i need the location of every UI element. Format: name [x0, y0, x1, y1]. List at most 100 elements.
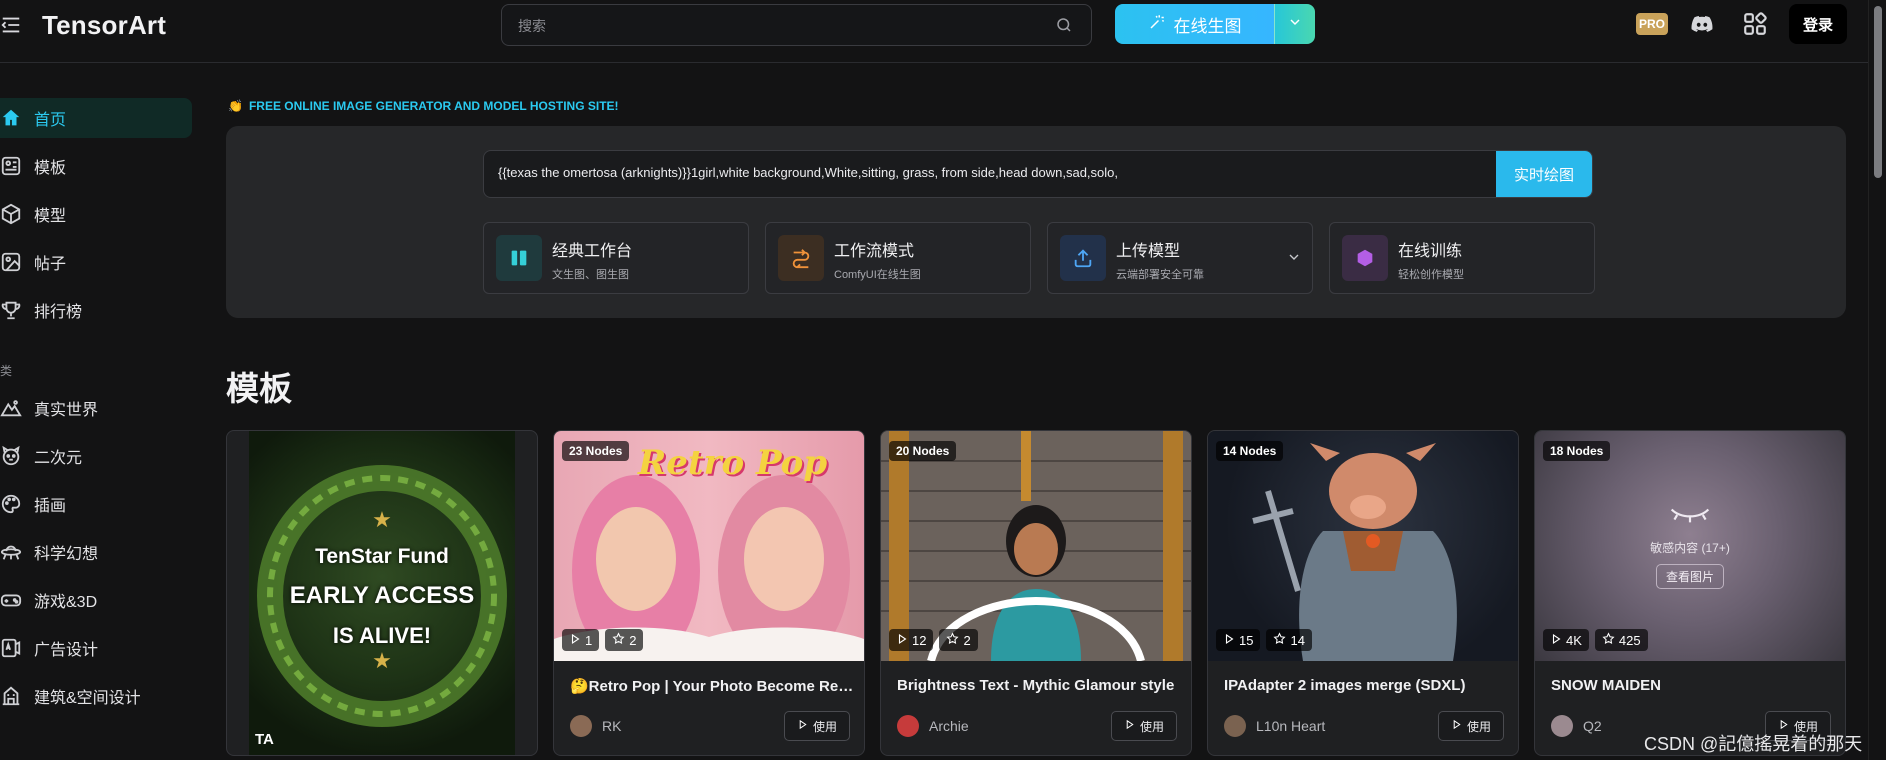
use-template-button[interactable]: 使用 — [1111, 711, 1177, 741]
avatar[interactable] — [1224, 715, 1246, 737]
feature-upload-model[interactable]: 上传模型 云端部署安全可靠 — [1047, 222, 1313, 294]
image-icon — [0, 251, 22, 273]
feature-subtitle: 文生图、图生图 — [552, 269, 629, 281]
training-icon — [1342, 235, 1388, 281]
template-card-promo[interactable]: ★ ★ TenStar Fund EARLY ACCESS IS ALIVE! … — [226, 430, 538, 756]
card-author[interactable]: Q2 — [1551, 715, 1602, 737]
page-scrollbar[interactable] — [1868, 0, 1886, 760]
template-card[interactable]: 敏感内容 (17+) 查看图片 18 Nodes 4K 425 SNOW MAI… — [1534, 430, 1846, 756]
use-label: 使用 — [1466, 719, 1491, 734]
sidebar-item-templates[interactable]: 模板 — [0, 146, 192, 186]
avatar[interactable] — [897, 715, 919, 737]
search-box[interactable] — [501, 4, 1092, 46]
author-name[interactable]: L10n Heart — [1256, 718, 1325, 734]
sidebar-item-models[interactable]: 模型 — [0, 194, 192, 234]
chevron-down-icon[interactable] — [1286, 249, 1302, 265]
retro-pop-overlay: Retro Pop — [638, 443, 828, 483]
star-icon — [1602, 632, 1615, 648]
scrollbar-thumb[interactable] — [1874, 6, 1882, 178]
feature-classic-workbench[interactable]: 经典工作台 文生图、图生图 — [483, 222, 749, 294]
stars-value: 14 — [1290, 632, 1305, 648]
avatar[interactable] — [570, 715, 592, 737]
online-generate-button[interactable]: 在线生图 — [1115, 4, 1274, 44]
card-title[interactable]: IPAdapter 2 images merge (SDXL) — [1224, 677, 1508, 694]
sidebar-item-label: 真实世界 — [34, 402, 99, 419]
sidebar-item-leaderboard[interactable]: 排行榜 — [0, 290, 192, 330]
discord-icon[interactable] — [1689, 12, 1715, 36]
generate-dropdown-button[interactable] — [1274, 4, 1315, 44]
card-author[interactable]: Archie — [897, 715, 969, 737]
card-author[interactable]: RK — [570, 715, 621, 737]
card-title[interactable]: SNOW MAIDEN — [1551, 677, 1835, 694]
prompt-input[interactable]: {{texas the omertosa (arknights)}}1girl,… — [483, 150, 1593, 198]
login-button[interactable]: 登录 — [1789, 4, 1847, 44]
star-icon — [946, 632, 960, 648]
tensorart-logo[interactable]: TensorArt — [42, 10, 166, 41]
sidebar-item-home[interactable]: 首页 — [0, 98, 192, 138]
template-card[interactable]: Retro Pop 23 Nodes 1 2 🤔Retro Pop | Your… — [553, 430, 865, 756]
sidebar-item-illustration[interactable]: 插画 — [0, 484, 192, 524]
search-input[interactable] — [516, 13, 1050, 39]
nodes-badge: 23 Nodes — [562, 441, 630, 461]
template-thumbnail[interactable]: Retro Pop 23 Nodes 1 2 — [554, 431, 864, 661]
use-template-button[interactable]: 使用 — [1438, 711, 1504, 741]
avatar[interactable] — [1551, 715, 1573, 737]
card-title[interactable]: 🤔Retro Pop | Your Photo Become Retro Pop… — [570, 677, 854, 695]
sidebar-item-scifi[interactable]: 科学幻想 — [0, 532, 192, 572]
feature-title: 在线训练 — [1398, 243, 1463, 260]
egyptian-illustration — [881, 431, 1191, 661]
use-label: 使用 — [1139, 719, 1164, 734]
card-stats: 1 2 — [562, 629, 644, 651]
card-title[interactable]: Brightness Text - Mythic Glamour style — [897, 677, 1181, 694]
template-card[interactable]: 14 Nodes 15 14 IPAdapter 2 images merge … — [1207, 430, 1519, 756]
card-stats: 15 14 — [1216, 629, 1312, 651]
play-icon — [569, 633, 581, 648]
stars-count: 2 — [939, 629, 978, 651]
realtime-draw-button[interactable]: 实时绘图 — [1496, 151, 1592, 197]
promo-image[interactable]: ★ ★ TenStar Fund EARLY ACCESS IS ALIVE! … — [249, 431, 515, 755]
sidebar-item-label: 模型 — [34, 208, 67, 225]
trophy-icon — [0, 299, 22, 321]
play-icon — [1124, 719, 1135, 733]
workflow-icon — [778, 235, 824, 281]
feature-title: 经典工作台 — [552, 243, 633, 260]
feature-title: 上传模型 — [1116, 243, 1181, 260]
view-image-button[interactable]: 查看图片 — [1655, 563, 1724, 589]
menu-collapse-icon[interactable] — [0, 14, 22, 36]
nodes-badge: 18 Nodes — [1543, 441, 1611, 461]
prompt-text[interactable]: {{texas the omertosa (arknights)}}1girl,… — [498, 165, 1118, 180]
card-author[interactable]: L10n Heart — [1224, 715, 1325, 737]
category-section-label: 类 — [0, 364, 13, 378]
nodes-badge: 14 Nodes — [1216, 441, 1284, 461]
use-template-button[interactable]: 使用 — [784, 711, 850, 741]
sidebar-item-realworld[interactable]: 真实世界 — [0, 388, 192, 428]
apps-grid-icon[interactable] — [1742, 11, 1768, 37]
template-thumbnail[interactable]: 20 Nodes 12 2 — [881, 431, 1191, 661]
sidebar-item-label: 游戏&3D — [34, 594, 98, 611]
feature-online-training[interactable]: 在线训练 轻松创作模型 — [1329, 222, 1595, 294]
anime-face-icon — [0, 445, 22, 467]
promo-corner-logo: TA — [255, 731, 274, 748]
template-card[interactable]: 20 Nodes 12 2 Brightness Text - Mythic G… — [880, 430, 1192, 756]
sidebar-item-label: 建筑&空间设计 — [34, 690, 141, 707]
sidebar-item-posts[interactable]: 帖子 — [0, 242, 192, 282]
template-thumbnail[interactable]: 14 Nodes 15 14 — [1208, 431, 1518, 661]
hero-panel: {{texas the omertosa (arknights)}}1girl,… — [226, 126, 1846, 318]
sidebar-item-games3d[interactable]: 游戏&3D — [0, 580, 192, 620]
sidebar-item-architecture[interactable]: 建筑&空间设计 — [0, 676, 192, 716]
author-name[interactable]: RK — [602, 718, 621, 734]
sidebar-item-anime[interactable]: 二次元 — [0, 436, 192, 476]
sidebar-item-ad-design[interactable]: 广告设计 — [0, 628, 192, 668]
top-header: TensorArt 在线生图 PRO 登录 — [0, 0, 1868, 63]
pro-badge[interactable]: PRO — [1636, 13, 1668, 35]
nodes-badge: 20 Nodes — [889, 441, 957, 461]
author-name[interactable]: Archie — [929, 718, 969, 734]
feature-workflow-mode[interactable]: 工作流模式 ComfyUI在线生图 — [765, 222, 1031, 294]
warrior-pig-illustration — [1252, 443, 1457, 661]
play-icon — [1550, 633, 1562, 648]
sensitive-overlay: 敏感内容 (17+) 查看图片 — [1535, 431, 1845, 661]
search-icon[interactable] — [1055, 16, 1073, 34]
template-thumbnail[interactable]: 敏感内容 (17+) 查看图片 18 Nodes 4K 425 — [1535, 431, 1845, 661]
play-icon — [1451, 719, 1462, 733]
author-name[interactable]: Q2 — [1583, 718, 1602, 734]
